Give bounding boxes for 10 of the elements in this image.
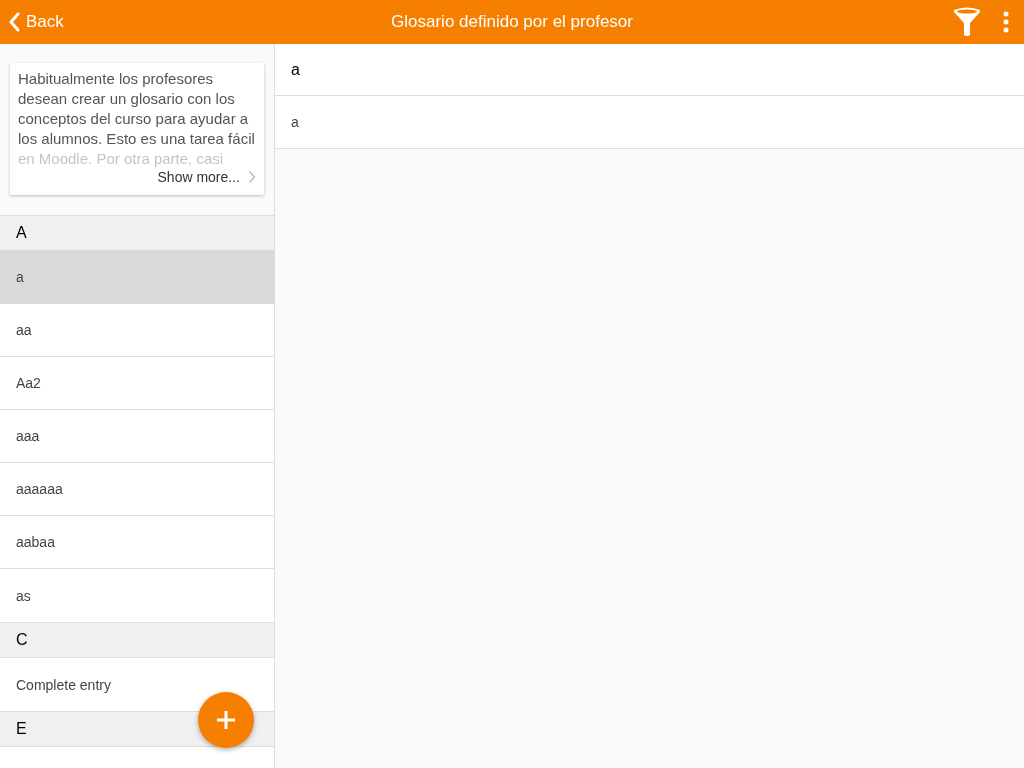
chevron-right-icon <box>248 170 256 184</box>
entry-concept: a <box>275 44 1024 96</box>
glossary-entry[interactable]: a <box>0 251 274 304</box>
entry-definition: a <box>275 96 1024 149</box>
show-more-link[interactable]: Show more... <box>157 169 240 185</box>
more-menu-icon[interactable] <box>1003 11 1009 33</box>
filter-icon[interactable] <box>953 7 981 37</box>
back-chevron-icon <box>8 12 20 32</box>
page-title: Glosario definido por el profesor <box>391 12 633 32</box>
plus-icon <box>216 710 236 730</box>
